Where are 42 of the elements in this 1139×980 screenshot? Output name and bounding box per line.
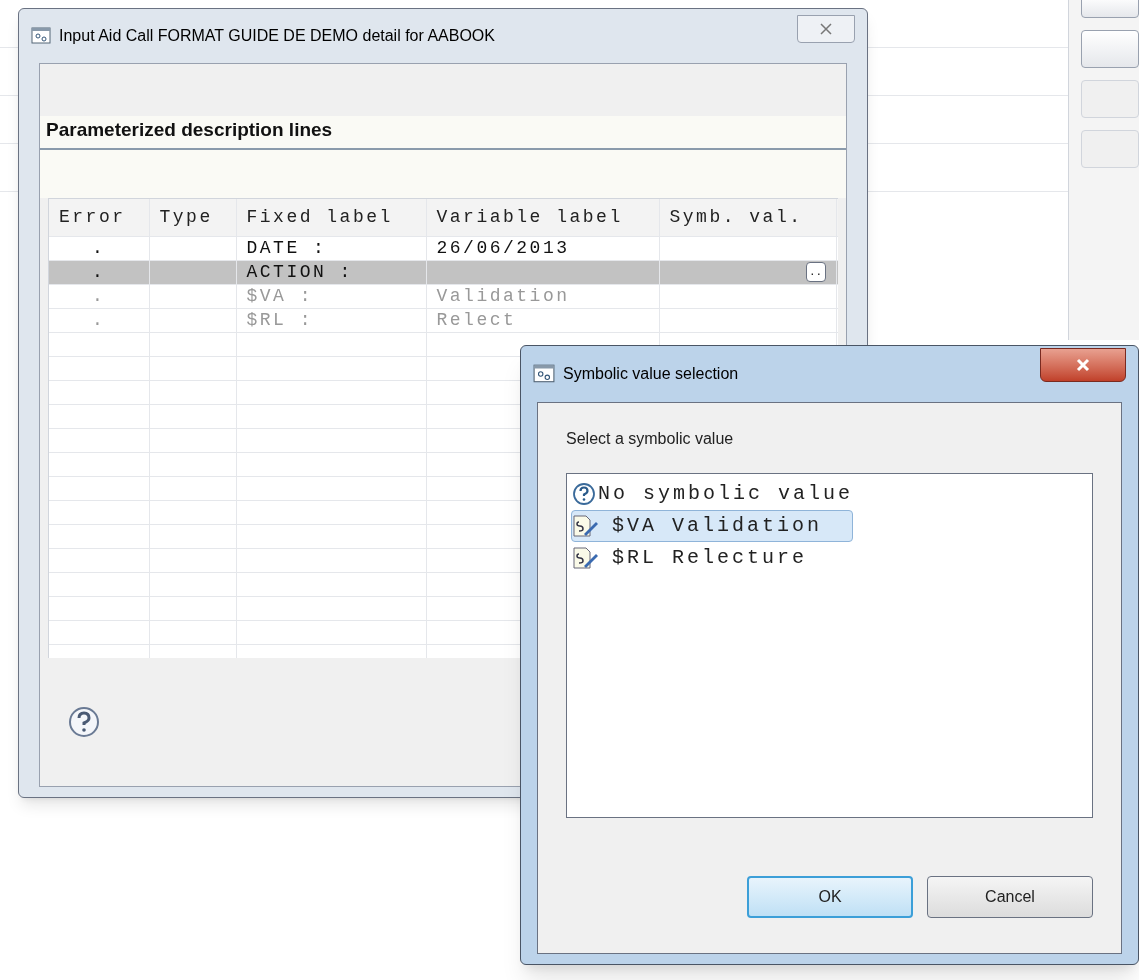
list-item[interactable]: $VA Validation bbox=[571, 510, 854, 542]
app-icon bbox=[31, 27, 51, 45]
table-row[interactable]: . ACTION : .. bbox=[49, 260, 838, 284]
list-item[interactable]: $RL Relecture bbox=[571, 542, 839, 574]
table-cell: $RL : bbox=[246, 310, 313, 330]
table-cell: DATE : bbox=[246, 238, 327, 258]
table-cell: Relect bbox=[436, 310, 517, 330]
window-title: Input Aid Call FORMAT GUIDE DE DEMO detail for AABOOK bbox=[59, 26, 495, 46]
side-button[interactable] bbox=[1081, 130, 1139, 168]
table-cell: ACTION : bbox=[246, 262, 353, 282]
close-button[interactable] bbox=[1040, 348, 1126, 382]
side-button[interactable] bbox=[1081, 0, 1139, 18]
table-row[interactable]: . DATE : 26/06/2013 bbox=[49, 236, 838, 260]
help-icon[interactable] bbox=[68, 706, 100, 738]
prompt-label: Select a symbolic value bbox=[566, 429, 735, 449]
window-title: Symbolic value selection bbox=[563, 364, 739, 384]
table-cell: . bbox=[92, 238, 106, 258]
document-pen-icon bbox=[572, 514, 600, 538]
side-button[interactable] bbox=[1081, 80, 1139, 118]
table-cell: . bbox=[92, 310, 106, 330]
table-cell: 26/06/2013 bbox=[436, 238, 570, 258]
dialog-button[interactable]: Cancel bbox=[927, 876, 1093, 918]
column-header[interactable]: Symb. val. bbox=[659, 199, 836, 236]
value-list[interactable]: No symbolic value $VA Validation $RL Relecture bbox=[566, 473, 1093, 818]
close-icon bbox=[820, 23, 832, 35]
document-pen-icon bbox=[572, 546, 600, 570]
app-icon bbox=[533, 364, 555, 384]
table-cell: Validation bbox=[436, 286, 570, 306]
column-header[interactable]: Error bbox=[49, 199, 149, 236]
table-cell: . bbox=[92, 262, 106, 282]
side-button[interactable] bbox=[1081, 30, 1139, 68]
table-cell: . bbox=[92, 286, 106, 306]
section-title: Parameterized description lines bbox=[46, 117, 333, 142]
list-item[interactable]: No symbolic value bbox=[571, 478, 885, 510]
close-icon bbox=[1076, 358, 1090, 372]
table-cell: $VA : bbox=[246, 286, 313, 306]
help-icon bbox=[572, 482, 596, 506]
column-header[interactable]: Fixed label bbox=[236, 199, 426, 236]
column-header[interactable]: Variable label bbox=[426, 199, 659, 236]
browse-button[interactable]: .. bbox=[805, 262, 826, 283]
dialog-button[interactable]: OK bbox=[747, 876, 913, 918]
column-header[interactable]: Type bbox=[149, 199, 236, 236]
